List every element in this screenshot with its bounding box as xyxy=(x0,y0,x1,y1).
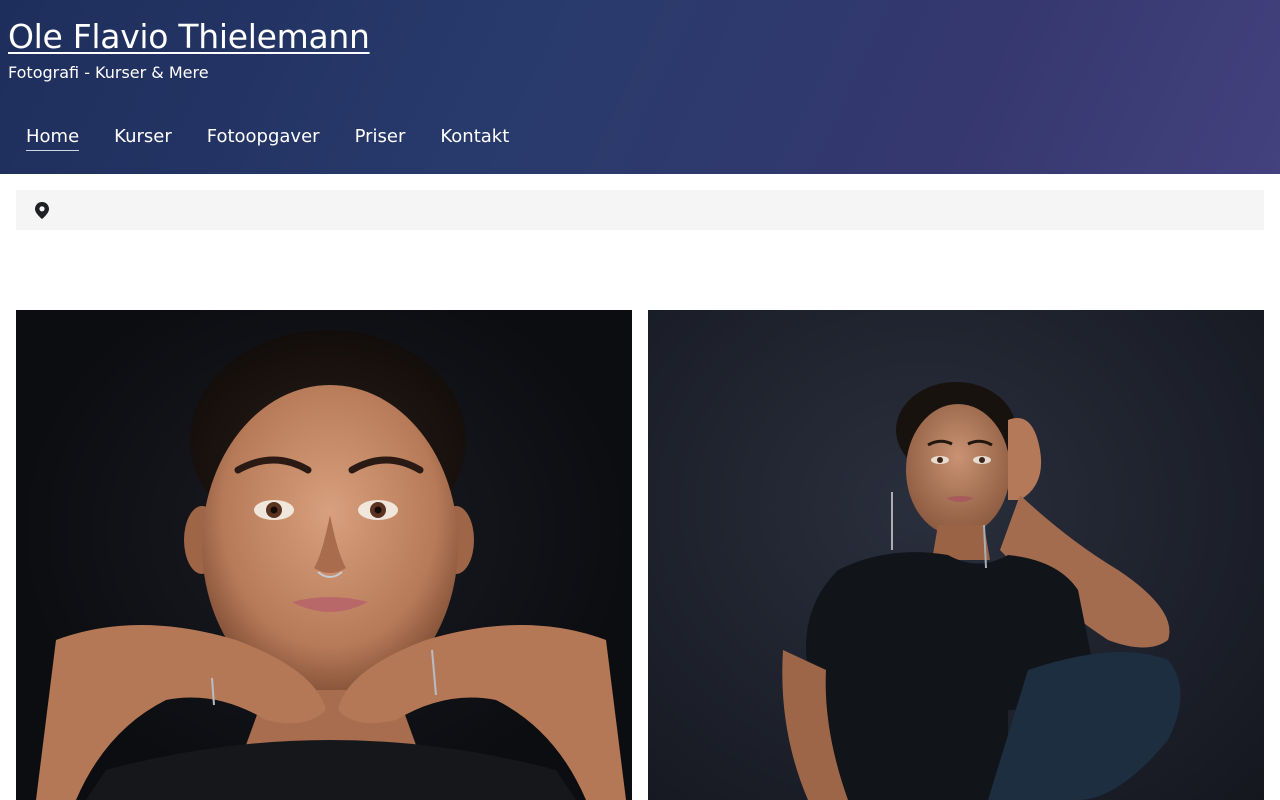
main-navigation: Home Kurser Fotoopgaver Priser Kontakt xyxy=(26,124,544,151)
site-header: Ole Flavio Thielemann Fotografi - Kurser… xyxy=(0,0,1280,174)
nav-item-priser[interactable]: Priser xyxy=(355,124,406,151)
nav-item-kontakt[interactable]: Kontakt xyxy=(440,124,509,151)
portrait-photo-hands-under-chin[interactable] xyxy=(16,310,632,800)
site-title: Ole Flavio Thielemann xyxy=(8,14,370,60)
nav-item-kurser[interactable]: Kurser xyxy=(114,124,172,151)
breadcrumb xyxy=(16,190,1264,230)
site-title-link[interactable]: Ole Flavio Thielemann xyxy=(8,17,370,56)
nav-item-home[interactable]: Home xyxy=(26,124,80,151)
location-pin-icon xyxy=(35,202,49,219)
nav-item-fotoopgaver[interactable]: Fotoopgaver xyxy=(207,124,320,151)
site-tagline: Fotografi - Kurser & Mere xyxy=(8,63,209,82)
portrait-photo-seated-hand-on-head[interactable] xyxy=(648,310,1264,800)
